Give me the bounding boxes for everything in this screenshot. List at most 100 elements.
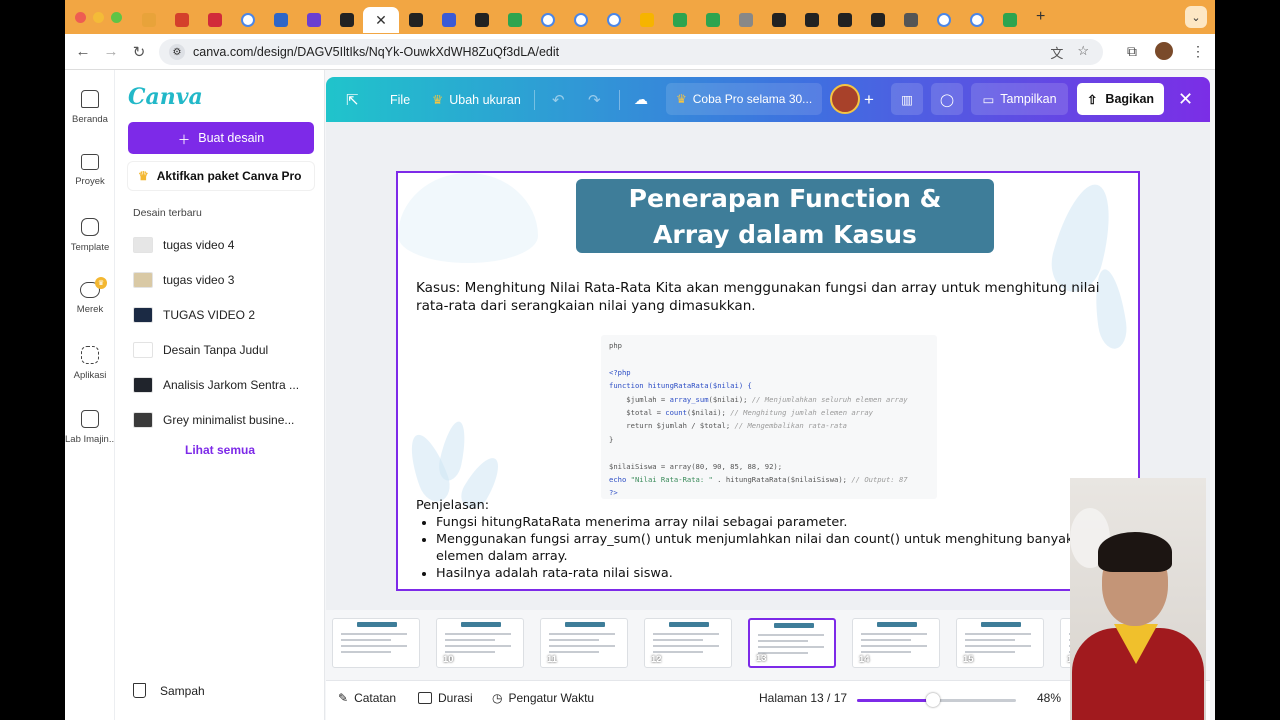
browser-tab[interactable] bbox=[297, 7, 330, 33]
browser-tab[interactable] bbox=[861, 7, 894, 33]
page-thumbnail[interactable]: 10 bbox=[436, 618, 524, 668]
try-pro-button[interactable]: ♛ Coba Pro selama 30... bbox=[666, 83, 822, 115]
browser-tab[interactable] bbox=[729, 7, 762, 33]
file-menu[interactable]: File bbox=[390, 77, 410, 122]
recent-design-item[interactable]: tugas video 3 bbox=[133, 265, 313, 295]
apps-icon bbox=[81, 346, 99, 364]
add-collaborator-icon[interactable]: + bbox=[864, 77, 874, 122]
cloud-save-icon[interactable]: ☁ bbox=[634, 77, 648, 122]
browser-tab[interactable] bbox=[132, 7, 165, 33]
zoom-slider[interactable] bbox=[857, 693, 1016, 707]
browser-tab[interactable] bbox=[630, 7, 663, 33]
duration-button[interactable]: Durasi bbox=[418, 691, 473, 705]
present-button[interactable]: ▭ Tampilkan bbox=[971, 83, 1068, 115]
bookmark-star-icon[interactable]: ☆ bbox=[1077, 43, 1089, 62]
browser-tab[interactable] bbox=[894, 7, 927, 33]
browser-tab[interactable] bbox=[198, 7, 231, 33]
minimize-window-button[interactable] bbox=[93, 11, 104, 23]
recent-design-item[interactable]: Analisis Jarkom Sentra ... bbox=[133, 370, 313, 400]
address-bar: ← → ↻ ⚙ canva.com/design/DAGV5IltIks/NqY… bbox=[65, 34, 1215, 70]
url-field[interactable]: ⚙ canva.com/design/DAGV5IltIks/NqYk-Ouwk… bbox=[159, 39, 1103, 65]
resize-label: Ubah ukuran bbox=[449, 92, 521, 107]
slide-13[interactable]: Penerapan Function & Array dalam Kasus K… bbox=[396, 171, 1140, 591]
canva-side-panel: Canva ＋ Buat desain ♛ Aktifkan paket Can… bbox=[115, 70, 325, 720]
browser-tab[interactable] bbox=[795, 7, 828, 33]
explanation-block[interactable]: Penjelasan: Fungsi hitungRataRata meneri… bbox=[416, 497, 1116, 582]
translate-icon[interactable]: 文 bbox=[1050, 43, 1063, 62]
rail-item-home[interactable]: Beranda bbox=[65, 90, 115, 125]
browser-tab[interactable] bbox=[927, 7, 960, 33]
notes-button[interactable]: ✎ Catatan bbox=[338, 691, 396, 705]
create-design-button[interactable]: ＋ Buat desain bbox=[128, 122, 314, 154]
browser-menu-icon[interactable]: ⋮ bbox=[1191, 43, 1205, 60]
tab-search-button[interactable]: ⌄ bbox=[1185, 6, 1207, 28]
redo-icon[interactable]: ↷ bbox=[588, 77, 601, 122]
user-avatar[interactable] bbox=[830, 84, 860, 114]
plus-green-tab-icon bbox=[672, 13, 687, 27]
browser-tab[interactable] bbox=[960, 7, 993, 33]
open-external-icon[interactable]: ⇱ bbox=[346, 77, 359, 122]
rail-item-apps[interactable]: Aplikasi bbox=[65, 346, 115, 381]
recent-design-item[interactable]: TUGAS VIDEO 2 bbox=[133, 300, 313, 330]
recent-design-item[interactable]: tugas video 4 bbox=[133, 230, 313, 260]
active-tab[interactable]: ✕ bbox=[363, 7, 399, 33]
share-button[interactable]: ⇧ Bagikan bbox=[1077, 83, 1164, 115]
extensions-icon[interactable]: ⧉ bbox=[1127, 43, 1137, 60]
browser-tab[interactable] bbox=[432, 7, 465, 33]
zoom-level[interactable]: 48% bbox=[1037, 691, 1061, 705]
browser-tab[interactable] bbox=[465, 7, 498, 33]
template-icon bbox=[81, 218, 99, 236]
browser-tab[interactable] bbox=[498, 7, 531, 33]
close-tab-icon[interactable]: ✕ bbox=[375, 12, 387, 29]
rail-item-magic-lab[interactable]: Lab Imajin... bbox=[65, 410, 117, 445]
page-thumbnail[interactable] bbox=[332, 618, 420, 668]
forward-button[interactable]: → bbox=[97, 43, 125, 60]
browser-tab[interactable] bbox=[330, 7, 363, 33]
browser-tab[interactable] bbox=[828, 7, 861, 33]
thumbnail-text-line bbox=[445, 639, 495, 641]
canva-logo[interactable]: Canva bbox=[128, 84, 203, 110]
browser-tab[interactable] bbox=[597, 7, 630, 33]
browser-tab[interactable] bbox=[993, 7, 1026, 33]
see-all-link[interactable]: Lihat semua bbox=[115, 443, 325, 457]
resize-button[interactable]: ♛ Ubah ukuran bbox=[432, 77, 521, 122]
browser-tab[interactable] bbox=[264, 7, 297, 33]
close-editor-icon[interactable]: ✕ bbox=[1178, 77, 1193, 122]
browser-tab[interactable] bbox=[696, 7, 729, 33]
recent-design-item[interactable]: Grey minimalist busine... bbox=[133, 405, 313, 435]
page-thumbnail[interactable]: 12 bbox=[644, 618, 732, 668]
activate-pro-button[interactable]: ♛ Aktifkan paket Canva Pro bbox=[128, 162, 314, 190]
insights-chart-icon[interactable]: ▥ bbox=[891, 83, 923, 115]
browser-tab[interactable] bbox=[531, 7, 564, 33]
back-button[interactable]: ← bbox=[69, 43, 97, 60]
maximize-window-button[interactable] bbox=[111, 11, 122, 23]
browser-tab[interactable] bbox=[231, 7, 264, 33]
case-description[interactable]: Kasus: Menghitung Nilai Rata-Rata Kita a… bbox=[416, 279, 1128, 315]
code-image[interactable]: php <?php function hitungRataRata($nilai… bbox=[601, 335, 937, 499]
recent-design-item[interactable]: Desain Tanpa Judul bbox=[133, 335, 313, 365]
browser-tab[interactable] bbox=[762, 7, 795, 33]
rail-item-templates[interactable]: Template bbox=[65, 218, 115, 253]
browser-tab[interactable] bbox=[399, 7, 432, 33]
undo-icon[interactable]: ↶ bbox=[552, 77, 565, 122]
zoom-slider-handle[interactable] bbox=[926, 693, 941, 707]
page-thumbnail[interactable]: 11 bbox=[540, 618, 628, 668]
site-info-icon[interactable]: ⚙ bbox=[169, 44, 185, 60]
page-indicator[interactable]: Halaman 13 / 17 bbox=[759, 691, 847, 705]
page-thumbnail[interactable]: 14 bbox=[852, 618, 940, 668]
comment-icon[interactable]: ◯ bbox=[931, 83, 963, 115]
profile-avatar[interactable] bbox=[1155, 42, 1173, 60]
rail-item-projects[interactable]: Proyek bbox=[65, 154, 115, 187]
page-thumbnail[interactable]: 15 bbox=[956, 618, 1044, 668]
new-tab-button[interactable]: + bbox=[1036, 8, 1045, 26]
browser-tab[interactable] bbox=[663, 7, 696, 33]
trash-button[interactable]: Sampah bbox=[133, 683, 205, 698]
slide-title[interactable]: Penerapan Function & Array dalam Kasus bbox=[576, 179, 994, 253]
rail-item-brand[interactable]: ♛ Merek bbox=[65, 277, 115, 315]
page-thumbnail[interactable]: 13 bbox=[748, 618, 836, 668]
timer-button[interactable]: ◷ Pengatur Waktu bbox=[492, 691, 594, 705]
reload-button[interactable]: ↻ bbox=[125, 43, 153, 61]
browser-tab[interactable] bbox=[564, 7, 597, 33]
browser-tab[interactable] bbox=[165, 7, 198, 33]
close-window-button[interactable] bbox=[75, 11, 86, 23]
